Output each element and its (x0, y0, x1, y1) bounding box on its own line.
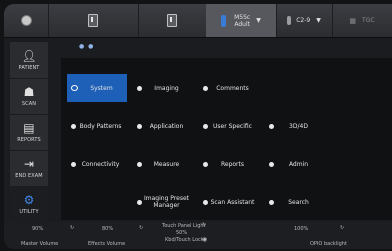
nav-reports[interactable]: ▤ REPORTS (10, 114, 48, 151)
tgc-label: TGC (362, 17, 375, 24)
master-volume-knob-icon[interactable]: ↻ (70, 225, 74, 231)
person-icon: 👤︎ (21, 48, 37, 63)
comments-button[interactable]: Comments (199, 74, 259, 102)
probe-connector-icon (167, 14, 177, 27)
tgc-icon: ▦ (349, 16, 357, 25)
transducer-selector[interactable]: C2-9 ▼ (276, 4, 333, 37)
search-button[interactable]: Search (265, 188, 325, 216)
power-icon (20, 15, 32, 26)
probe-label: M5Sc Adult (234, 14, 250, 28)
tgc-button[interactable]: ▦ TGC (332, 4, 392, 37)
probe-icon (287, 16, 292, 25)
nav-scan[interactable]: ☗ SCAN (10, 78, 48, 115)
system-button[interactable]: System (67, 74, 127, 102)
connectivity-button[interactable]: Connectivity (67, 150, 127, 178)
power-button[interactable] (4, 4, 49, 37)
top-bar: M5Sc Adult ▼ C2-9 ▼ ▦ TGC (4, 4, 392, 38)
opio-backlight-label: OPIO backlight (310, 241, 347, 247)
3d4d-button[interactable]: 3D/4D (265, 112, 325, 140)
scan-icon: ☗ (23, 84, 35, 99)
touch-panel-light-label: Touch Panel Light (162, 223, 206, 229)
active-probe-selector[interactable]: M5Sc Adult ▼ (206, 4, 277, 37)
nav-label: PATIENT (18, 64, 40, 71)
imaging-preset-manager-button[interactable]: Imaging Preset Manager (133, 188, 193, 216)
probe-preset: Adult (234, 20, 250, 28)
probe-model: M5Sc (234, 13, 251, 21)
admin-button[interactable]: Admin (265, 150, 325, 178)
page-indicator: ● ● (79, 43, 95, 50)
nav-patient[interactable]: 👤︎ PATIENT (10, 42, 48, 79)
report-icon: ▤ (23, 120, 35, 135)
chevron-down-icon: ▼ (256, 17, 261, 24)
probe-connector-icon (88, 14, 98, 27)
opio-backlight-knob-icon[interactable]: ↻ (340, 225, 344, 231)
probe-icon (221, 14, 227, 27)
transducer-slot-2[interactable] (138, 4, 207, 37)
body-patterns-button[interactable]: Body Patterns (67, 112, 127, 140)
master-volume-label: Master Volume (21, 241, 59, 247)
ultrasound-console: M5Sc Adult ▼ C2-9 ▼ ▦ TGC 👤︎ PATIENT ☗ S… (4, 4, 392, 249)
imaging-button[interactable]: Imaging (133, 74, 193, 102)
left-navigation: 👤︎ PATIENT ☗ SCAN ▤ REPORTS ⇥ END EXAM ⚙… (10, 42, 48, 222)
opio-backlight-value: 100% (294, 226, 309, 232)
touch-panel-knob-icon[interactable]: ↻ (202, 222, 206, 228)
bottom-control-bar: 90% ↻ Master Volume 80% ↻ Effects Volume… (4, 222, 392, 249)
gear-icon: ⚙ (23, 192, 35, 207)
nav-end-exam[interactable]: ⇥ END EXAM (10, 150, 48, 187)
nav-label: SCAN (21, 100, 37, 107)
chevron-down-icon: ▼ (316, 17, 321, 24)
effects-volume-value: 80% (102, 226, 114, 232)
lock-button-icon[interactable]: ◉ (202, 236, 207, 243)
master-volume-value: 90% (32, 226, 44, 232)
effects-volume-knob-icon[interactable]: ↻ (139, 225, 143, 231)
transducer-label: C2-9 (296, 17, 311, 24)
nav-label: REPORTS (17, 136, 41, 143)
exit-icon: ⇥ (23, 156, 35, 171)
transducer-slot-1[interactable] (48, 4, 139, 37)
measure-button[interactable]: Measure (133, 150, 193, 178)
user-specific-button[interactable]: User Specific (199, 112, 259, 140)
nav-label: END EXAM (15, 172, 43, 179)
nav-label: UTILITY (19, 208, 39, 215)
kbd-touch-lock-label: Kbd/Touch Lock (165, 237, 204, 243)
touch-panel-light-value: 50% (176, 230, 188, 236)
effects-volume-label: Effects Volume (88, 241, 126, 247)
radio-icon (71, 85, 78, 91)
application-button[interactable]: Application (133, 112, 193, 140)
utility-panel: System Imaging Comments Body Patterns Ap… (61, 58, 392, 220)
nav-utility[interactable]: ⚙ UTILITY (10, 186, 48, 222)
scan-assistant-button[interactable]: Scan Assistant (199, 188, 259, 216)
reports-button[interactable]: Reports (199, 150, 259, 178)
